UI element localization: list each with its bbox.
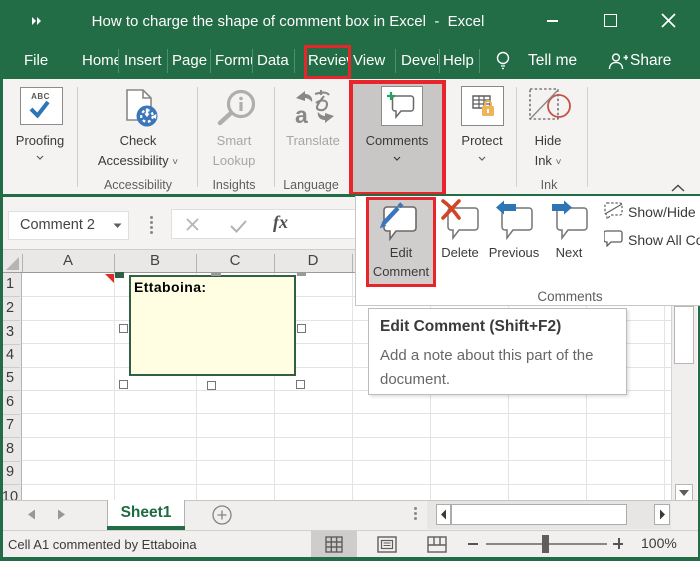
svg-text:a: a [295,102,308,126]
